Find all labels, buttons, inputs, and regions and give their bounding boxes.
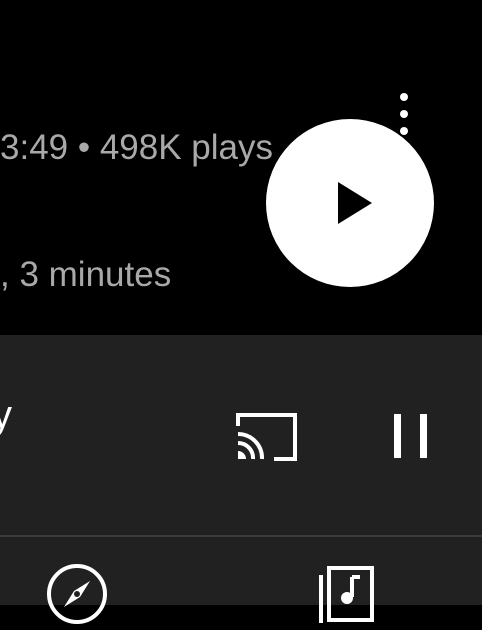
cast-button[interactable] <box>234 412 298 462</box>
pause-icon <box>394 414 427 458</box>
cast-icon <box>236 413 297 461</box>
nav-explore-button[interactable] <box>46 563 108 625</box>
nav-library-button[interactable] <box>318 565 376 625</box>
mini-player-title: y <box>0 393 12 437</box>
song-duration-plays: 3:49 • 498K plays <box>0 128 273 167</box>
library-music-icon <box>319 566 374 623</box>
song-details: , 3 minutes <box>0 255 172 294</box>
play-button[interactable] <box>266 119 434 287</box>
pause-button[interactable] <box>390 412 432 460</box>
play-icon <box>338 182 372 224</box>
compass-icon <box>47 564 107 624</box>
